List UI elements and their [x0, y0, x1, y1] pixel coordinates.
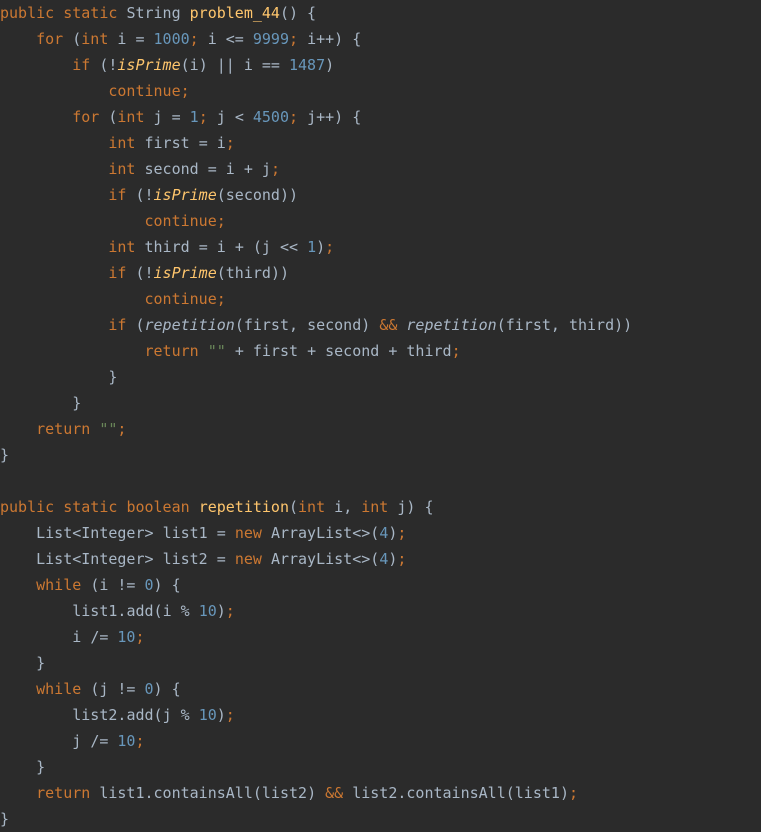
code-line: } [0, 758, 46, 776]
code-line: if (!isPrime(second)) [108, 186, 299, 204]
code-line: int third = i + (j << 1); [108, 238, 335, 256]
code-line: return list1.containsAll(list2) && list2… [36, 784, 578, 802]
code-line: continue; [108, 82, 190, 100]
code-line: if (!isPrime(i) || i == 1487) [72, 56, 335, 74]
code-line: for (int j = 1; j < 4500; j++) { [72, 108, 362, 126]
code-line: return "" + first + second + third; [144, 342, 461, 360]
code-line: j /= 10; [72, 732, 145, 750]
code-line: List<Integer> list1 = new ArrayList<>(4)… [36, 524, 407, 542]
code-line: while (i != 0) { [36, 576, 181, 594]
code-line: list2.add(j % 10); [72, 706, 235, 724]
code-line: for (int i = 1000; i <= 9999; i++) { [36, 30, 362, 48]
code-line: i /= 10; [72, 628, 145, 646]
code-line: continue; [144, 212, 226, 230]
code-line: List<Integer> list2 = new ArrayList<>(4)… [36, 550, 407, 568]
code-line: public static boolean repetition(int i, … [0, 498, 434, 516]
code-line: } [0, 394, 82, 412]
code-line: } [0, 446, 10, 464]
code-line: int first = i; [108, 134, 235, 152]
code-line: while (j != 0) { [36, 680, 181, 698]
code-line: continue; [144, 290, 226, 308]
code-editor-pane[interactable]: public static String problem_44() { for … [0, 0, 761, 828]
code-line: return ""; [36, 420, 127, 438]
code-line: if (repetition(first, second) && repetit… [108, 316, 633, 334]
code-line: } [0, 654, 46, 672]
code-line: list1.add(i % 10); [72, 602, 235, 620]
code-line: public static String problem_44() { [0, 4, 317, 22]
code-line: } [0, 368, 118, 386]
code-line: if (!isPrime(third)) [108, 264, 289, 282]
code-line: int second = i + j; [108, 160, 280, 178]
code-line: } [0, 810, 10, 828]
